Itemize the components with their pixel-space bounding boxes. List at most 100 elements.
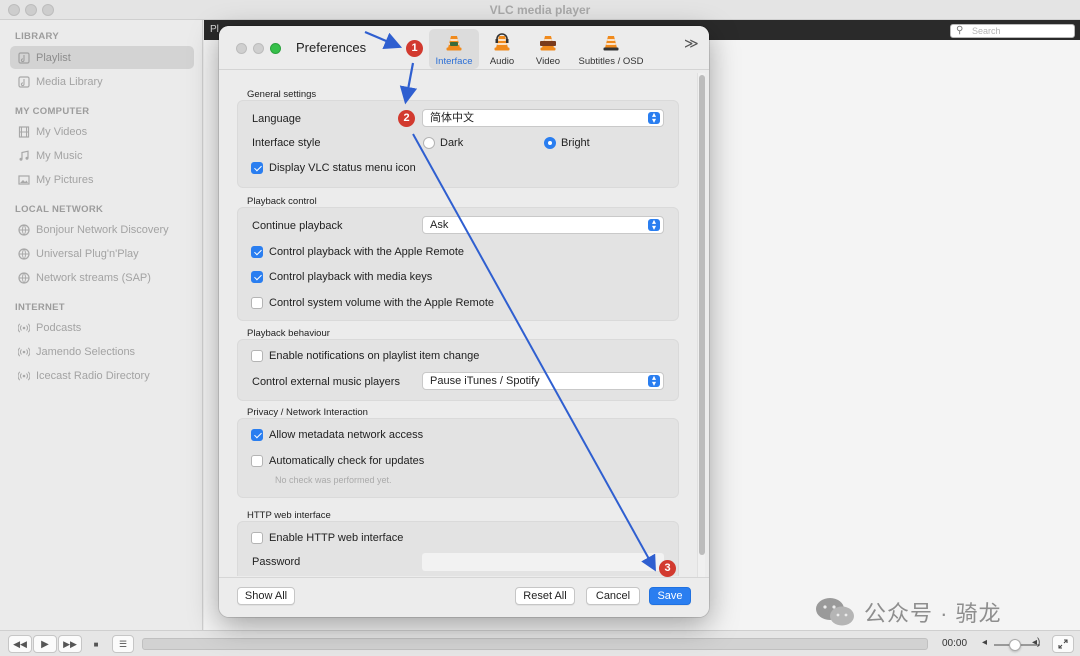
stop-button[interactable]: ■ — [86, 635, 106, 653]
tab-label: Subtitles / OSD — [578, 56, 644, 67]
apple-remote-label: Control playback with the Apple Remote — [269, 246, 465, 258]
sidebar-item-sap[interactable]: Network streams (SAP) — [10, 266, 194, 289]
external-players-value: Pause iTunes / Spotify — [430, 375, 540, 387]
tab-audio[interactable]: Audio — [483, 29, 521, 69]
system-volume-checkbox[interactable] — [251, 297, 263, 309]
sidebar-item-label: Network streams (SAP) — [36, 271, 151, 284]
scrollbar-thumb[interactable] — [699, 75, 705, 555]
playlist-icon — [17, 75, 30, 88]
section-playback-behaviour — [237, 339, 679, 401]
external-players-select[interactable]: Pause iTunes / Spotify ▴ ▾ — [422, 372, 664, 390]
preferences-footer: Show All Reset All Cancel Save — [219, 577, 709, 617]
volume-high-icon: ◂) — [1032, 637, 1041, 648]
updates-note: No check was performed yet. — [275, 475, 392, 485]
seek-bar[interactable] — [142, 638, 928, 650]
status-menu-checkbox[interactable] — [251, 162, 263, 174]
vlc-cone-video-icon — [538, 33, 558, 53]
tab-subtitles-osd[interactable]: Subtitles / OSD — [575, 29, 647, 69]
sidebar-item-my-videos[interactable]: My Videos — [10, 120, 194, 143]
sidebar-item-icecast[interactable]: Icecast Radio Directory — [10, 364, 194, 387]
language-select[interactable]: 简体中文 ▴ ▾ — [422, 109, 664, 127]
volume-low-icon: ◂ — [982, 637, 988, 648]
sidebar-item-bonjour[interactable]: Bonjour Network Discovery — [10, 218, 194, 241]
sidebar-item-label: My Music — [36, 149, 83, 162]
sidebar-item-label: Playlist — [36, 51, 71, 64]
fullscreen-button[interactable] — [1052, 635, 1074, 653]
http-enable-checkbox[interactable] — [251, 532, 263, 544]
sidebar-item-label: Icecast Radio Directory — [36, 369, 150, 382]
sidebar-item-media-library[interactable]: Media Library — [10, 70, 194, 93]
style-bright-label: Bright — [561, 137, 590, 149]
sidebar-item-label: Jamendo Selections — [36, 345, 136, 358]
sidebar-heading-local-network: LOCAL NETWORK — [15, 204, 104, 215]
sidebar-heading-my-computer: MY COMPUTER — [15, 106, 90, 117]
sidebar-item-podcasts[interactable]: Podcasts — [10, 316, 194, 339]
time-display: 00:00 — [942, 638, 968, 649]
show-all-button[interactable]: Show All — [237, 587, 295, 605]
forward-button[interactable]: ▶▶ — [58, 635, 82, 653]
picture-icon — [17, 173, 30, 186]
reset-all-button[interactable]: Reset All — [515, 587, 575, 605]
updates-checkbox[interactable] — [251, 455, 263, 467]
broadcast-icon — [17, 321, 30, 334]
vlc-cone-audio-icon — [492, 33, 512, 53]
style-bright-radio[interactable] — [544, 137, 556, 149]
status-menu-label: Display VLC status menu icon — [269, 162, 416, 174]
broadcast-icon — [17, 369, 30, 382]
tab-label: Audio — [489, 56, 515, 67]
window-title: VLC media player — [489, 3, 591, 17]
music-note-icon — [17, 149, 30, 162]
password-label: Password — [252, 556, 301, 568]
sidebar-item-playlist[interactable]: Playlist — [10, 46, 194, 69]
film-icon — [17, 125, 30, 138]
tab-video[interactable]: Video — [529, 29, 567, 69]
section-title-http: HTTP web interface — [247, 510, 331, 521]
system-volume-label: Control system volume with the Apple Rem… — [269, 297, 494, 309]
search-icon: ⚲ — [956, 25, 964, 36]
main-titlebar: VLC media player — [0, 0, 1080, 20]
http-enable-label: Enable HTTP web interface — [269, 532, 404, 544]
style-dark-label: Dark — [440, 137, 464, 149]
sidebar-item-my-pictures[interactable]: My Pictures — [10, 168, 194, 191]
apple-remote-checkbox[interactable] — [251, 246, 263, 258]
step-badge-3: 3 — [659, 560, 676, 577]
broadcast-icon — [17, 345, 30, 358]
close-dialog-button[interactable] — [236, 43, 247, 54]
metadata-label: Allow metadata network access — [269, 429, 424, 441]
minimize-dialog-button[interactable] — [253, 43, 264, 54]
volume-knob[interactable] — [1008, 639, 1021, 651]
zoom-dialog-button[interactable] — [270, 43, 281, 54]
watermark: 公众号 · 骑龙 — [814, 596, 1002, 628]
play-button[interactable]: ▶ — [33, 635, 57, 653]
preferences-content: General settings Language 简体中文 ▴ ▾ Interf… — [227, 71, 701, 576]
external-players-label: Control external music players — [252, 376, 400, 388]
search-input[interactable]: Search — [950, 24, 1075, 38]
language-value: 简体中文 — [430, 112, 474, 124]
sidebar-item-upnp[interactable]: Universal Plug'n'Play — [10, 242, 194, 265]
watermark-text: 公众号 · 骑龙 — [864, 601, 1002, 626]
continue-playback-select[interactable]: Ask ▴ ▾ — [422, 216, 664, 234]
tab-label: Interface — [435, 56, 473, 67]
playlist-toggle-button[interactable]: ☰ — [112, 635, 134, 653]
notifications-checkbox[interactable] — [251, 350, 263, 362]
tab-interface[interactable]: Interface — [429, 29, 479, 69]
sidebar-item-my-music[interactable]: My Music — [10, 144, 194, 167]
vlc-cone-subtitles-icon — [601, 33, 621, 53]
cancel-button[interactable]: Cancel — [586, 587, 640, 605]
sidebar-item-label: Bonjour Network Discovery — [36, 223, 169, 236]
sidebar-item-jamendo[interactable]: Jamendo Selections — [10, 340, 194, 363]
section-title-privacy: Privacy / Network Interaction — [247, 407, 368, 418]
playlist-header-label: Pl — [210, 24, 219, 35]
sidebar-heading-library: LIBRARY — [15, 31, 59, 42]
metadata-checkbox[interactable] — [251, 429, 263, 441]
rewind-button[interactable]: ◀◀ — [8, 635, 32, 653]
section-title-general: General settings — [247, 89, 317, 100]
style-dark-radio[interactable] — [423, 137, 435, 149]
continue-playback-label: Continue playback — [252, 220, 343, 232]
sidebar: LIBRARY Playlist Media Library MY COMPUT… — [0, 20, 203, 630]
media-keys-checkbox[interactable] — [251, 271, 263, 283]
scrollbar[interactable] — [697, 73, 705, 577]
save-button[interactable]: Save — [649, 587, 691, 605]
more-tabs-button[interactable]: ≫ — [684, 35, 699, 52]
password-field[interactable] — [422, 553, 664, 571]
